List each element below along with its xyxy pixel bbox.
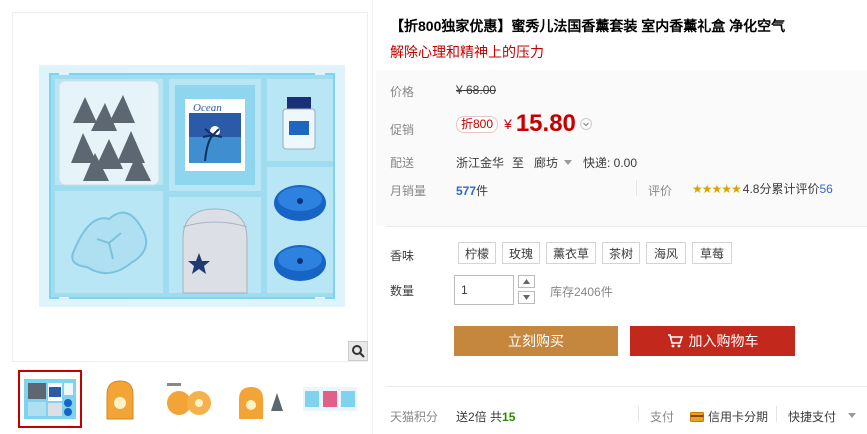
monthly-sales-label: 月销量	[390, 184, 427, 198]
quantity-input[interactable]	[454, 275, 514, 305]
monthly-sales: 577件	[456, 182, 488, 199]
original-price: ¥ 68.00	[456, 83, 497, 97]
promo-label: 促销	[390, 123, 415, 137]
gift-box-illustration: Ocean	[13, 13, 367, 361]
options-top-separator	[386, 226, 867, 227]
scent-label: 香味	[390, 249, 415, 263]
scent-option-lemon[interactable]: 柠檬	[458, 242, 496, 264]
promo-price: 15.80	[515, 110, 576, 137]
thumb-burner-pair	[167, 383, 211, 415]
points-text: 送2倍 共	[456, 410, 503, 424]
points-info: 送2倍 共15	[456, 408, 515, 425]
thumbnail-2[interactable]	[88, 370, 152, 428]
points-value: 15	[502, 410, 516, 424]
product-title: 【折800独家优惠】蜜秀儿法国香薰套装 室内香薰礼盒 净化空气	[390, 18, 786, 34]
footer-separator-2	[776, 406, 777, 422]
product-info: 【折800独家优惠】蜜秀儿法国香薰套装 室内香薰礼盒 净化空气 解除心理和精神上…	[376, 0, 867, 434]
caret-down-icon	[564, 159, 573, 165]
price-label: 价格	[390, 85, 415, 99]
ocean-card-text: Ocean	[193, 102, 222, 114]
thumb-gift-box	[24, 379, 76, 419]
star-rating-icon: ★★★★★	[692, 181, 742, 196]
thumbnail-strip	[18, 370, 368, 430]
pay-label: 支付	[650, 410, 675, 424]
quantity-label: 数量	[390, 284, 415, 298]
promo-currency: ¥	[504, 116, 512, 132]
shipping-fee: 快递: 0.00	[583, 156, 638, 170]
purchase-options: 香味 柠檬 玫瑰 薰衣草 茶树 海风 草莓 数量 库存2406件 立刻购买 加入…	[376, 226, 867, 434]
chevron-down-icon	[582, 122, 589, 127]
main-product-image[interactable]: Ocean	[12, 12, 368, 362]
stock-count: 库存2406件	[550, 285, 613, 299]
thumb-orange-burner	[106, 380, 134, 420]
magnifier-icon	[352, 345, 365, 358]
monthly-sales-count: 577	[456, 184, 477, 198]
thumbnail-4[interactable]	[228, 370, 292, 428]
zoom-button[interactable]	[348, 341, 368, 361]
delivery-label: 配送	[390, 156, 415, 170]
product-subtitle: 解除心理和精神上的压力	[390, 44, 544, 60]
cart-icon	[667, 334, 683, 348]
credit-installment-label: 信用卡分期	[708, 410, 769, 424]
scent-option-sea-breeze[interactable]: 海风	[646, 242, 686, 264]
thumb-product-panel	[303, 387, 357, 411]
credit-card-icon	[690, 411, 704, 422]
quick-pay[interactable]: 快捷支付	[788, 408, 836, 425]
caret-up-icon	[523, 279, 530, 284]
scent-option-strawberry[interactable]: 草莓	[692, 242, 732, 264]
add-to-cart-button[interactable]: 加入购物车	[630, 326, 795, 356]
footer-separator	[638, 406, 639, 422]
quantity-increase-button[interactable]	[518, 275, 535, 288]
rating-score: 4.8分	[742, 182, 772, 196]
add-to-cart-label: 加入购物车	[688, 333, 759, 349]
options-bottom-separator	[386, 386, 867, 387]
review-summary[interactable]: ★★★★★ 4.8分 累计评价 56	[692, 180, 833, 197]
review-label: 评价	[648, 184, 673, 198]
scent-option-tea-tree[interactable]: 茶树	[602, 242, 640, 264]
monthly-sales-unit: 件	[476, 184, 489, 198]
delivery-to: 廊坊	[534, 156, 559, 170]
promo-row: 折800 ¥ 15.80	[456, 110, 592, 138]
caret-down-icon	[523, 295, 530, 300]
delivery-from: 浙江金华	[456, 156, 505, 170]
quantity-decrease-button[interactable]	[518, 291, 535, 304]
delivery-destination[interactable]: 廊坊	[534, 154, 573, 171]
price-panel: 价格 ¥ 68.00 促销 折800 ¥ 15.80 配送 浙江金华 至 廊坊 …	[376, 70, 867, 226]
promo-dropdown[interactable]	[579, 118, 592, 130]
product-gallery: Ocean	[0, 0, 372, 434]
panel-divider	[372, 0, 373, 434]
thumbnail-5[interactable]	[298, 370, 362, 428]
review-count: 56	[819, 181, 833, 196]
scent-option-lavender[interactable]: 薰衣草	[546, 242, 596, 264]
review-count-label: 累计评价	[771, 182, 820, 196]
buy-now-button[interactable]: 立刻购买	[454, 326, 618, 356]
chevron-down-icon[interactable]	[848, 413, 856, 419]
scent-option-rose[interactable]: 玫瑰	[502, 242, 540, 264]
credit-installment[interactable]: 信用卡分期	[690, 408, 768, 425]
points-label: 天猫积分	[390, 410, 439, 424]
delivery-to-word: 至	[512, 156, 525, 170]
thumbnail-3[interactable]	[158, 370, 222, 428]
thumb-burner-cone	[239, 387, 283, 419]
zhe800-badge: 折800	[456, 115, 499, 133]
thumbnail-1[interactable]	[18, 370, 82, 428]
sales-separator	[636, 180, 637, 196]
